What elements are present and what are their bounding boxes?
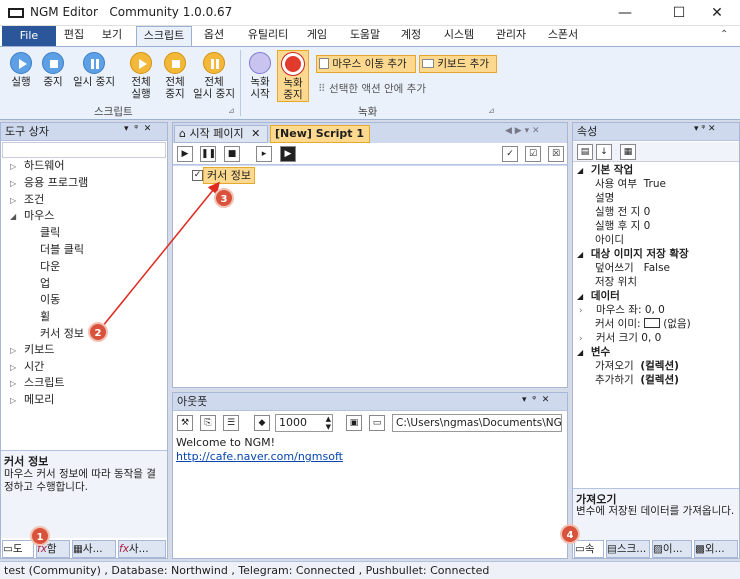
status-bar: test (Community) , Database: Northwind ,… — [0, 561, 740, 579]
annotation-badge-1: 1 — [30, 526, 50, 546]
drag-arrow — [97, 181, 220, 333]
annotation-badge-2: 2 — [88, 322, 108, 342]
annotation-badge-3: 3 — [214, 188, 234, 208]
annotation-badge-4: 4 — [560, 524, 580, 544]
annotation-arrows — [97, 181, 220, 333]
